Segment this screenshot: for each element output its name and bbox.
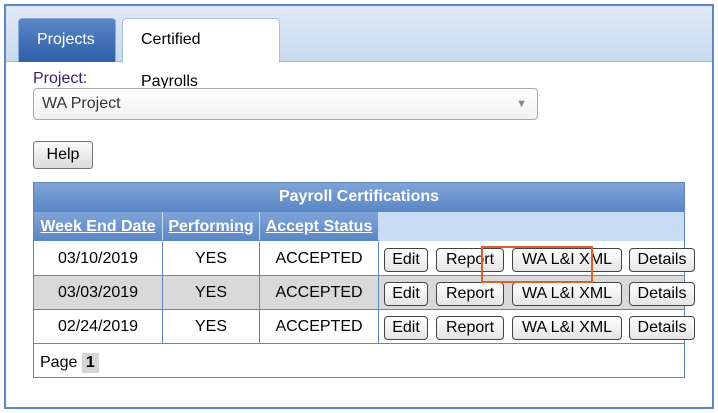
tab-projects[interactable]: Projects: [18, 18, 116, 62]
wa-li-xml-button[interactable]: WA L&I XML: [512, 248, 622, 272]
wa-li-xml-button[interactable]: WA L&I XML: [512, 282, 622, 306]
cell-week-end-date: 03/03/2019: [34, 276, 163, 309]
report-button[interactable]: Report: [436, 248, 504, 272]
report-button[interactable]: Report: [436, 316, 504, 340]
tab-bar: Projects Certified Payrolls: [6, 6, 712, 90]
row-actions: Edit Report WA L&I XML Details: [379, 276, 695, 309]
page-number-current[interactable]: 1: [81, 353, 99, 373]
grid-header-row: Week End Date Performing Accept Status: [34, 211, 684, 241]
row-actions: Edit Report WA L&I XML Details: [379, 242, 695, 275]
column-header-performing[interactable]: Performing: [163, 212, 259, 241]
cell-week-end-date: 03/10/2019: [34, 242, 163, 275]
project-select[interactable]: WA Project ▼: [33, 88, 538, 120]
column-header-accept-status[interactable]: Accept Status: [260, 212, 378, 241]
tab-certified-payrolls[interactable]: Certified Payrolls: [122, 18, 280, 90]
wa-li-xml-button[interactable]: WA L&I XML: [512, 316, 622, 340]
project-select-value: WA Project: [42, 95, 121, 112]
edit-button[interactable]: Edit: [384, 316, 428, 340]
details-button[interactable]: Details: [629, 248, 695, 272]
details-button[interactable]: Details: [629, 316, 695, 340]
cell-accept-status: ACCEPTED: [260, 276, 379, 309]
header-gap: [379, 212, 684, 241]
table-row: 03/10/2019 YES ACCEPTED Edit Report WA L…: [34, 242, 695, 276]
cell-performing: YES: [163, 242, 260, 275]
project-label: Project:: [33, 70, 88, 87]
row-actions: Edit Report WA L&I XML Details: [379, 310, 695, 343]
pager: Page 1: [34, 349, 684, 377]
help-button[interactable]: Help: [33, 141, 93, 169]
table-row: 02/24/2019 YES ACCEPTED Edit Report WA L…: [34, 310, 695, 344]
report-button[interactable]: Report: [436, 282, 504, 306]
cell-performing: YES: [163, 310, 260, 343]
cell-week-end-date: 02/24/2019: [34, 310, 163, 343]
table-row: 03/03/2019 YES ACCEPTED Edit Report WA L…: [34, 276, 695, 310]
chevron-down-icon: ▼: [516, 98, 527, 110]
column-header-week-end-date[interactable]: Week End Date: [34, 212, 162, 241]
cell-performing: YES: [163, 276, 260, 309]
edit-button[interactable]: Edit: [384, 282, 428, 306]
pager-label: Page: [40, 354, 78, 371]
grid-title: Payroll Certifications: [34, 183, 684, 211]
payroll-certifications-grid: Payroll Certifications Week End Date Per…: [33, 182, 695, 378]
details-button[interactable]: Details: [629, 282, 695, 306]
cell-accept-status: ACCEPTED: [260, 310, 379, 343]
edit-button[interactable]: Edit: [384, 248, 428, 272]
cell-accept-status: ACCEPTED: [260, 242, 379, 275]
